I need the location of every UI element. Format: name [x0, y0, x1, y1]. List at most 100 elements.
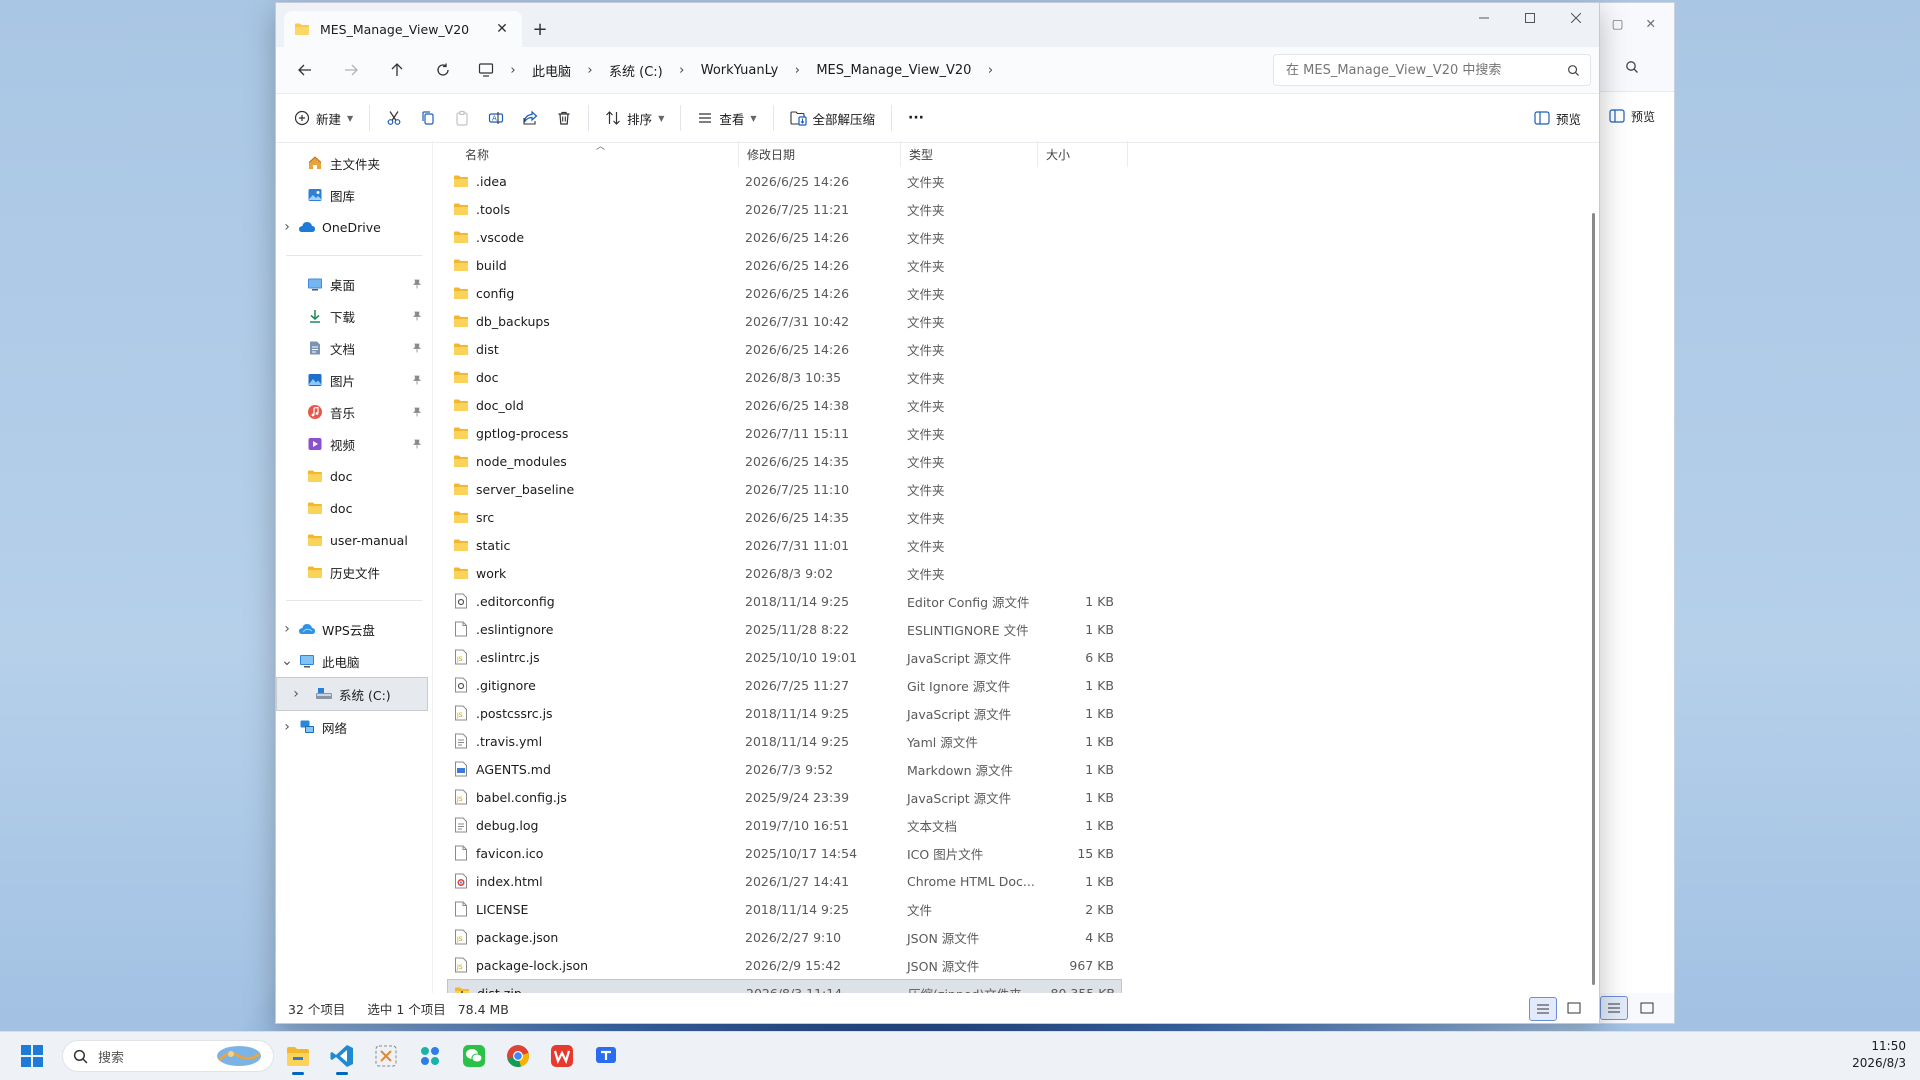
column-date[interactable]: 修改日期 [739, 141, 901, 167]
table-row[interactable]: src 2026/6/25 14:35 文件夹 [447, 503, 1122, 531]
refresh-button[interactable] [422, 53, 464, 87]
extract-all-button[interactable]: 全部解压缩 [782, 101, 884, 135]
forward-button[interactable] [330, 53, 372, 87]
table-row[interactable]: .editorconfig 2018/11/14 9:25 Editor Confi… [447, 587, 1122, 615]
taskbar-search[interactable]: 搜索 [62, 1040, 274, 1072]
taskbar-snipping-tool[interactable] [366, 1036, 406, 1076]
taskbar-wechat[interactable] [454, 1036, 494, 1076]
table-row[interactable]: favicon.ico 2025/10/17 14:54 ICO 图片文件 15 KB [447, 839, 1122, 867]
breadcrumb-mes-manage-view[interactable]: MES_Manage_View_V20 [806, 55, 981, 85]
table-row[interactable]: gptlog-process 2026/7/11 15:11 文件夹 [447, 419, 1122, 447]
table-row[interactable]: JS .postcssrc.js 2018/11/14 9:25 JavaScript… [447, 699, 1122, 727]
table-row[interactable]: doc_old 2026/6/25 14:38 文件夹 [447, 391, 1122, 419]
search-icon[interactable] [1625, 60, 1639, 74]
column-size[interactable]: 大小 [1038, 141, 1128, 167]
sidebar-item-系统-c-[interactable]: › 系统 (C:) [276, 677, 428, 711]
chevron-down-icon[interactable]: ⌄ [276, 653, 298, 669]
table-row[interactable]: work 2026/8/3 9:02 文件夹 [447, 559, 1122, 587]
chevron-right-icon[interactable]: › [981, 63, 999, 78]
table-row[interactable]: index.html 2026/1/27 14:41 Chrome HTML Doc… [447, 867, 1122, 895]
sidebar-item-历史文件[interactable]: 历史文件 [276, 556, 432, 588]
sidebar-item-user-manual[interactable]: user-manual [276, 524, 432, 556]
search-input[interactable] [1284, 61, 1567, 79]
sidebar-item-音乐[interactable]: 音乐 [276, 396, 432, 428]
tiles-view-button[interactable] [1634, 997, 1660, 1019]
table-row[interactable]: config 2026/6/25 14:26 文件夹 [447, 279, 1122, 307]
chevron-right-icon[interactable]: › [276, 621, 298, 637]
table-row[interactable]: debug.log 2019/7/10 16:51 文本文档 1 KB [447, 811, 1122, 839]
start-button[interactable] [8, 1036, 56, 1076]
taskbar-vscode[interactable] [322, 1036, 362, 1076]
back-button[interactable] [284, 53, 326, 87]
breadcrumb-this-pc[interactable]: 此电脑 [522, 55, 581, 85]
computer-root-icon[interactable] [468, 55, 504, 85]
table-row[interactable]: JS package-lock.json 2026/2/9 15:42 JSON 源文… [447, 951, 1122, 979]
table-row[interactable]: static 2026/7/31 11:01 文件夹 [447, 531, 1122, 559]
table-row[interactable]: JS package.json 2026/2/27 9:10 JSON 源文件 4 KB [447, 923, 1122, 951]
sidebar-item-桌面[interactable]: 桌面 [276, 268, 432, 300]
sidebar-item-doc[interactable]: doc [276, 460, 432, 492]
breadcrumb-drive-c[interactable]: 系统 (C:) [599, 55, 673, 85]
table-row[interactable]: doc 2026/8/3 10:35 文件夹 [447, 363, 1122, 391]
table-row[interactable]: .gitignore 2026/7/25 11:27 Git Ignore 源文件 1… [447, 671, 1122, 699]
preview-button[interactable]: 预览 [1590, 91, 1674, 141]
sort-button[interactable]: 排序 ▼ [597, 101, 672, 135]
table-row[interactable]: .vscode 2026/6/25 14:26 文件夹 [447, 223, 1122, 251]
sidebar-item-视频[interactable]: 视频 [276, 428, 432, 460]
breadcrumb-workyuanly[interactable]: WorkYuanLy [691, 55, 789, 85]
table-row[interactable]: .tools 2026/7/25 11:21 文件夹 [447, 195, 1122, 223]
copy-button[interactable] [412, 101, 444, 135]
sidebar-item-主文件夹[interactable]: 主文件夹 [276, 147, 432, 179]
new-button[interactable]: 新建 ▼ [286, 101, 361, 135]
delete-button[interactable] [548, 101, 580, 135]
search-icon[interactable] [1567, 64, 1580, 77]
table-row[interactable]: LICENSE 2018/11/14 9:25 文件 2 KB [447, 895, 1122, 923]
search-box[interactable] [1273, 54, 1591, 86]
chevron-right-icon[interactable]: › [504, 63, 522, 78]
sidebar-item-图库[interactable]: 图库 [276, 179, 432, 211]
restore-icon[interactable]: ▢ [1612, 16, 1624, 31]
chevron-right-icon[interactable]: › [788, 63, 806, 78]
sidebar-item-网络[interactable]: › 网络 [276, 711, 432, 743]
maximize-icon[interactable] [1507, 3, 1553, 33]
sidebar-item-此电脑[interactable]: ⌄ 此电脑 [276, 645, 432, 677]
preview-button[interactable]: 预览 [1526, 101, 1589, 135]
chevron-right-icon[interactable]: › [276, 719, 298, 735]
table-row[interactable]: dist 2026/6/25 14:26 文件夹 [447, 335, 1122, 363]
taskbar-todesk[interactable] [586, 1036, 626, 1076]
close-icon[interactable]: ✕ [1646, 16, 1656, 31]
close-window-icon[interactable] [1553, 3, 1599, 33]
table-row[interactable]: .eslintignore 2025/11/28 8:22 ESLINTIGNORE… [447, 615, 1122, 643]
sidebar-item-doc[interactable]: doc [276, 492, 432, 524]
table-row[interactable]: db_backups 2026/7/31 10:42 文件夹 [447, 307, 1122, 335]
vertical-scrollbar[interactable] [1592, 213, 1595, 985]
chevron-right-icon[interactable]: › [276, 219, 298, 235]
tab-mes-manage-view[interactable]: MES_Manage_View_V20 ✕ [284, 11, 522, 47]
table-row[interactable]: server_baseline 2026/7/25 11:10 文件夹 [447, 475, 1122, 503]
taskbar-wps[interactable] [542, 1036, 582, 1076]
sidebar-item-wps云盘[interactable]: › WPS云盘 [276, 613, 432, 645]
table-row[interactable]: AGENTS.md 2026/7/3 9:52 Markdown 源文件 1 KB [447, 755, 1122, 783]
new-tab-button[interactable]: + [522, 11, 558, 47]
rename-button[interactable]: A [480, 101, 512, 135]
sidebar-item-onedrive[interactable]: › OneDrive [276, 211, 432, 243]
table-row[interactable]: dist.zip 2026/8/3 11:14 压缩(zipped)文件夹 80,35… [447, 979, 1122, 993]
table-row[interactable]: JS babel.config.js 2025/9/24 23:39 JavaScri… [447, 783, 1122, 811]
sidebar-item-图片[interactable]: 图片 [276, 364, 432, 396]
taskbar-file-explorer[interactable] [278, 1036, 318, 1076]
chevron-right-icon[interactable]: › [673, 63, 691, 78]
table-row[interactable]: JS .eslintrc.js 2025/10/10 19:01 JavaScript… [447, 643, 1122, 671]
table-row[interactable]: .travis.yml 2018/11/14 9:25 Yaml 源文件 1 KB [447, 727, 1122, 755]
view-button[interactable]: 查看 ▼ [689, 101, 764, 135]
taskbar-chrome[interactable] [498, 1036, 538, 1076]
close-tab-icon[interactable]: ✕ [492, 21, 512, 37]
share-button[interactable] [514, 101, 546, 135]
sidebar-item-文档[interactable]: 文档 [276, 332, 432, 364]
cut-button[interactable] [378, 101, 410, 135]
table-row[interactable]: build 2026/6/25 14:26 文件夹 [447, 251, 1122, 279]
chevron-right-icon[interactable]: › [277, 686, 315, 702]
table-row[interactable]: node_modules 2026/6/25 14:35 文件夹 [447, 447, 1122, 475]
more-options-button[interactable]: ··· [900, 101, 932, 135]
taskbar-feishu[interactable] [410, 1036, 450, 1076]
details-view-button[interactable] [1600, 996, 1628, 1020]
